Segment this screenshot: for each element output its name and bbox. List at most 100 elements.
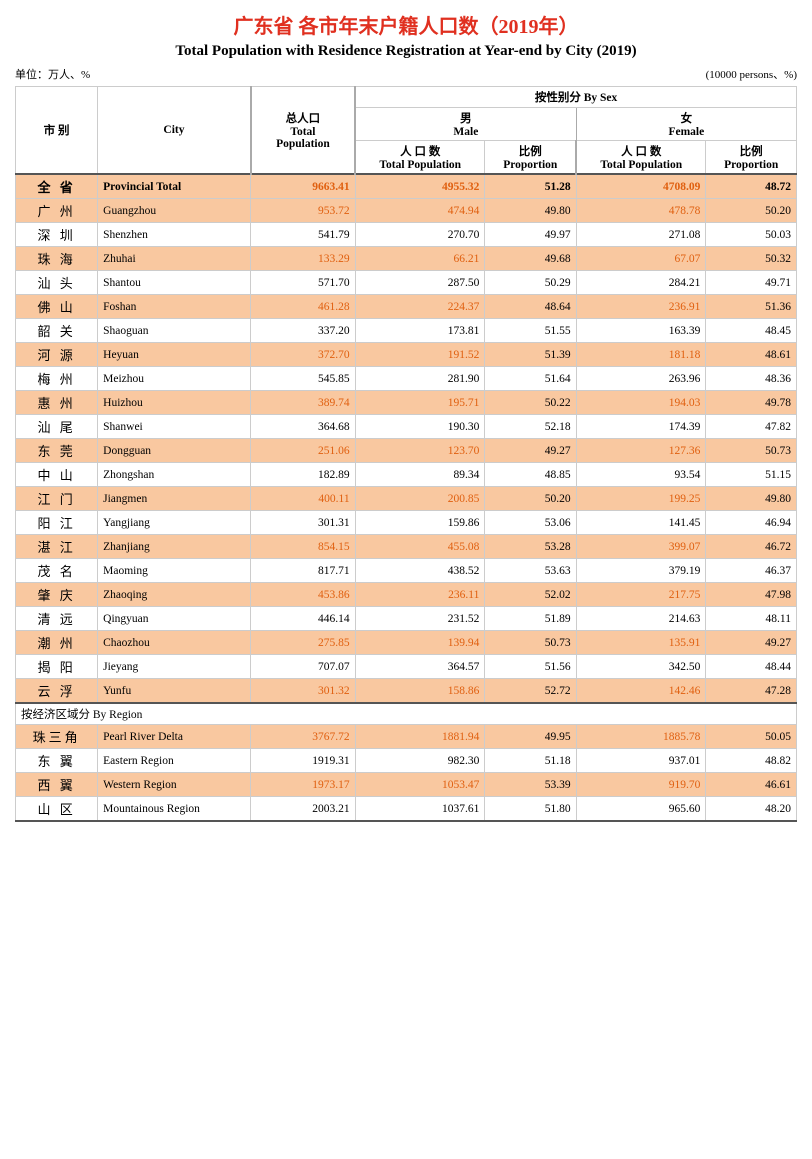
city-en-cell: Chaozhou bbox=[98, 631, 251, 655]
city-cn-cell: 全 省 bbox=[16, 174, 98, 199]
female-prop-cell: 46.94 bbox=[706, 511, 797, 535]
female-pop-cell: 142.46 bbox=[576, 679, 706, 704]
total-pop-cell: 275.85 bbox=[251, 631, 355, 655]
female-prop-cell: 48.20 bbox=[706, 797, 797, 822]
total-pop-cell: 541.79 bbox=[251, 223, 355, 247]
male-pop-cell: 139.94 bbox=[355, 631, 485, 655]
male-prop-cell: 50.20 bbox=[485, 487, 576, 511]
male-pop-cell: 191.52 bbox=[355, 343, 485, 367]
city-en-cell: Dongguan bbox=[98, 439, 251, 463]
city-cn-cell: 惠 州 bbox=[16, 391, 98, 415]
male-pop-cell: 4955.32 bbox=[355, 174, 485, 199]
city-en-cell: Guangzhou bbox=[98, 199, 251, 223]
female-prop-cell: 50.05 bbox=[706, 725, 797, 749]
title-chinese: 广东省 各市年末户籍人口数（2019年） bbox=[15, 10, 797, 39]
total-pop-cell: 545.85 bbox=[251, 367, 355, 391]
female-prop-cell: 50.03 bbox=[706, 223, 797, 247]
city-cn-cell: 清 远 bbox=[16, 607, 98, 631]
male-pop-cell: 364.57 bbox=[355, 655, 485, 679]
city-en-cell: Zhuhai bbox=[98, 247, 251, 271]
female-pop-cell: 478.78 bbox=[576, 199, 706, 223]
header-total-pop: 总人口 Total Population bbox=[251, 87, 355, 175]
female-prop-cell: 50.32 bbox=[706, 247, 797, 271]
male-pop-cell: 236.11 bbox=[355, 583, 485, 607]
female-prop-cell: 48.45 bbox=[706, 319, 797, 343]
table-row: 惠 州Huizhou389.74195.7150.22194.0349.78 bbox=[16, 391, 797, 415]
male-pop-cell: 158.86 bbox=[355, 679, 485, 704]
female-pop-cell: 1885.78 bbox=[576, 725, 706, 749]
female-pop-cell: 174.39 bbox=[576, 415, 706, 439]
male-pop-cell: 1037.61 bbox=[355, 797, 485, 822]
female-pop-cell: 263.96 bbox=[576, 367, 706, 391]
total-pop-cell: 400.11 bbox=[251, 487, 355, 511]
total-pop-cell: 337.20 bbox=[251, 319, 355, 343]
city-cn-cell: 茂 名 bbox=[16, 559, 98, 583]
table-row: 茂 名Maoming817.71438.5253.63379.1946.37 bbox=[16, 559, 797, 583]
city-cn-cell: 潮 州 bbox=[16, 631, 98, 655]
male-pop-cell: 200.85 bbox=[355, 487, 485, 511]
male-prop-cell: 51.39 bbox=[485, 343, 576, 367]
table-row: 湛 江Zhanjiang854.15455.0853.28399.0746.72 bbox=[16, 535, 797, 559]
female-pop-cell: 937.01 bbox=[576, 749, 706, 773]
male-pop-cell: 89.34 bbox=[355, 463, 485, 487]
female-pop-cell: 965.60 bbox=[576, 797, 706, 822]
male-pop-cell: 173.81 bbox=[355, 319, 485, 343]
city-en-cell: Western Region bbox=[98, 773, 251, 797]
female-pop-cell: 199.25 bbox=[576, 487, 706, 511]
female-prop-cell: 50.73 bbox=[706, 439, 797, 463]
table-row: 汕 尾Shanwei364.68190.3052.18174.3947.82 bbox=[16, 415, 797, 439]
female-prop-cell: 48.72 bbox=[706, 174, 797, 199]
total-pop-cell: 301.32 bbox=[251, 679, 355, 704]
female-prop-cell: 49.78 bbox=[706, 391, 797, 415]
male-prop-cell: 49.68 bbox=[485, 247, 576, 271]
table-row: 珠 海Zhuhai133.2966.2149.6867.0750.32 bbox=[16, 247, 797, 271]
header-male: 男 Male bbox=[355, 108, 576, 141]
total-pop-cell: 251.06 bbox=[251, 439, 355, 463]
total-pop-cell: 1973.17 bbox=[251, 773, 355, 797]
female-prop-cell: 48.61 bbox=[706, 343, 797, 367]
city-cn-cell: 广 州 bbox=[16, 199, 98, 223]
city-en-cell: Shantou bbox=[98, 271, 251, 295]
male-prop-cell: 50.29 bbox=[485, 271, 576, 295]
total-pop-cell: 817.71 bbox=[251, 559, 355, 583]
city-en-cell: Shenzhen bbox=[98, 223, 251, 247]
female-prop-cell: 47.98 bbox=[706, 583, 797, 607]
male-prop-cell: 50.22 bbox=[485, 391, 576, 415]
header-male-prop: 比例 Proportion bbox=[485, 141, 576, 175]
male-prop-cell: 51.18 bbox=[485, 749, 576, 773]
city-en-cell: Meizhou bbox=[98, 367, 251, 391]
female-pop-cell: 194.03 bbox=[576, 391, 706, 415]
male-prop-cell: 51.89 bbox=[485, 607, 576, 631]
male-pop-cell: 66.21 bbox=[355, 247, 485, 271]
male-pop-cell: 455.08 bbox=[355, 535, 485, 559]
male-prop-cell: 50.73 bbox=[485, 631, 576, 655]
table-row: 河 源Heyuan372.70191.5251.39181.1848.61 bbox=[16, 343, 797, 367]
city-cn-cell: 中 山 bbox=[16, 463, 98, 487]
city-en-cell: Foshan bbox=[98, 295, 251, 319]
total-pop-cell: 9663.41 bbox=[251, 174, 355, 199]
table-row: 云 浮Yunfu301.32158.8652.72142.4647.28 bbox=[16, 679, 797, 704]
male-prop-cell: 52.02 bbox=[485, 583, 576, 607]
total-pop-cell: 446.14 bbox=[251, 607, 355, 631]
city-cn-cell: 河 源 bbox=[16, 343, 98, 367]
city-cn-cell: 江 门 bbox=[16, 487, 98, 511]
total-pop-cell: 953.72 bbox=[251, 199, 355, 223]
total-pop-cell: 389.74 bbox=[251, 391, 355, 415]
header-city-en: City bbox=[98, 87, 251, 175]
male-prop-cell: 52.72 bbox=[485, 679, 576, 704]
female-pop-cell: 342.50 bbox=[576, 655, 706, 679]
total-pop-cell: 453.86 bbox=[251, 583, 355, 607]
section-label: 按经济区域分 By Region bbox=[16, 703, 797, 725]
female-prop-cell: 50.20 bbox=[706, 199, 797, 223]
female-pop-cell: 141.45 bbox=[576, 511, 706, 535]
city-en-cell: Zhongshan bbox=[98, 463, 251, 487]
female-prop-cell: 46.61 bbox=[706, 773, 797, 797]
table-row: 韶 关Shaoguan337.20173.8151.55163.3948.45 bbox=[16, 319, 797, 343]
title-english: Total Population with Residence Registra… bbox=[15, 43, 797, 60]
male-pop-cell: 270.70 bbox=[355, 223, 485, 247]
female-pop-cell: 214.63 bbox=[576, 607, 706, 631]
female-prop-cell: 46.72 bbox=[706, 535, 797, 559]
total-pop-cell: 133.29 bbox=[251, 247, 355, 271]
city-en-cell: Pearl River Delta bbox=[98, 725, 251, 749]
unit-note: (10000 persons、%) bbox=[706, 66, 797, 82]
